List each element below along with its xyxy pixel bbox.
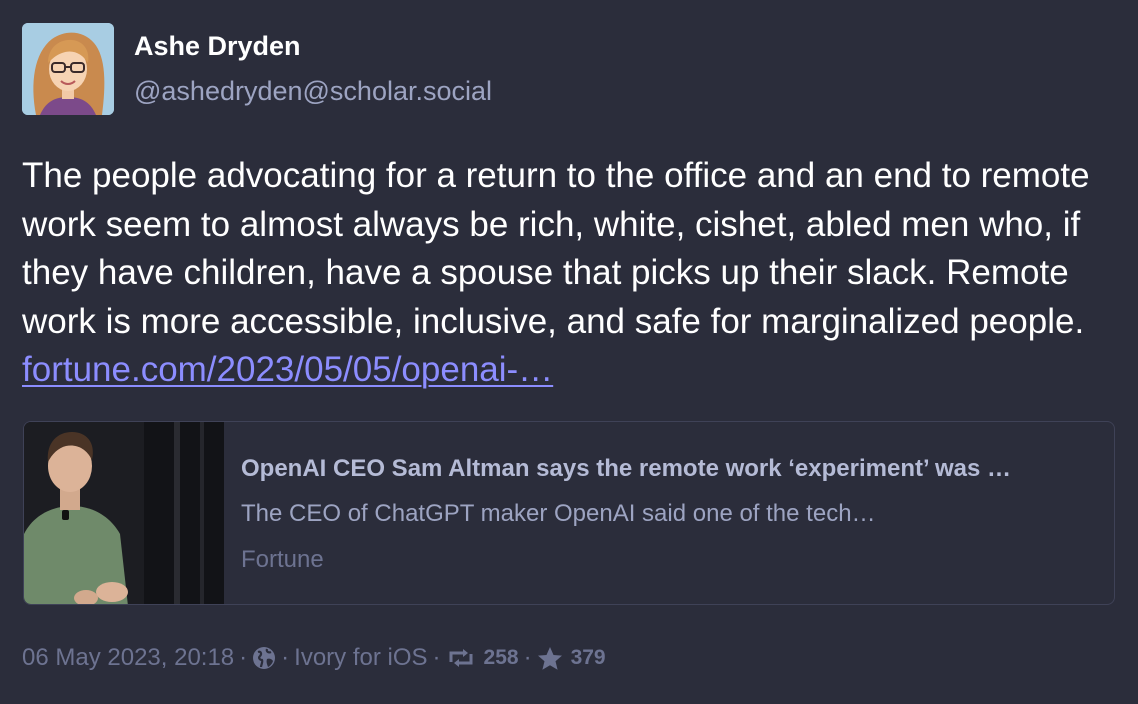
link-preview-thumbnail [24, 422, 224, 604]
post-text: The people advocating for a return to th… [22, 156, 1090, 341]
favourite-count: 379 [570, 646, 606, 669]
display-name[interactable]: Ashe Dryden [134, 31, 301, 62]
post-timestamp[interactable]: 06 May 2023, 20:18 [22, 644, 234, 672]
separator: · [523, 644, 532, 671]
separator: · [432, 644, 441, 671]
boost-icon[interactable] [446, 647, 476, 669]
post-meta: 06 May 2023, 20:18 · · Ivory for iOS · 2… [22, 643, 606, 673]
avatar-illustration [22, 23, 114, 115]
link-preview-source: Fortune [241, 546, 324, 573]
person-photo-thumbnail [24, 422, 224, 604]
link-preview-description: The CEO of ChatGPT maker OpenAI said one… [241, 500, 876, 527]
boost-count: 258 [483, 646, 519, 669]
separator: · [239, 644, 248, 671]
avatar[interactable] [22, 23, 114, 115]
account-handle[interactable]: @ashedryden@scholar.social [134, 76, 492, 107]
star-icon[interactable] [537, 646, 563, 671]
separator: · [281, 644, 290, 671]
client-name[interactable]: Ivory for iOS [294, 644, 427, 672]
link-preview-card[interactable]: OpenAI CEO Sam Altman says the remote wo… [23, 421, 1115, 605]
post-content: The people advocating for a return to th… [22, 152, 1122, 395]
globe-icon [252, 646, 276, 670]
post-link[interactable]: fortune.com/2023/05/05/openai-… [22, 350, 553, 389]
link-preview-title: OpenAI CEO Sam Altman says the remote wo… [241, 455, 1012, 482]
